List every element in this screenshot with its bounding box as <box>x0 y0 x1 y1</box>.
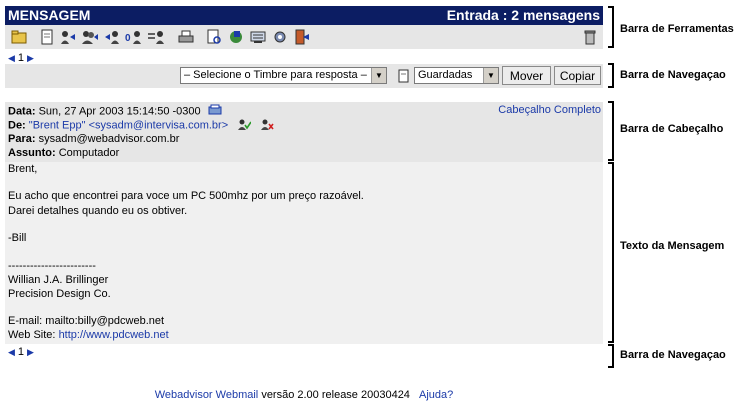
filter-icon[interactable] <box>271 28 289 45</box>
exit-icon[interactable] <box>293 28 311 45</box>
pager-top: ◀ 1 ▶ <box>8 51 34 65</box>
to-value: sysadm@webadvisor.com.br <box>38 133 180 145</box>
body-greeting: Brent, <box>8 163 38 175</box>
from-link[interactable]: "Brent Epp" <sysadm@intervisa.com.br> <box>29 119 228 131</box>
copy-button[interactable]: Copiar <box>554 66 601 85</box>
footer: Webadvisor Webmail versão 2.00 release 2… <box>0 389 608 401</box>
date-value: Sun, 27 Apr 2003 15:14:50 -0300 <box>38 105 201 118</box>
move-button[interactable]: Mover <box>502 66 551 85</box>
next-page-arrow-icon[interactable]: ▶ <box>27 347 34 358</box>
annotation-toolbar: Barra de Ferramentas <box>620 23 734 35</box>
block-sender-icon[interactable] <box>260 118 274 133</box>
signature-website: Web Site: http://www.pdcweb.net <box>8 329 169 341</box>
signature-company: Precision Design Co. <box>8 288 111 300</box>
prev-page-arrow-icon[interactable]: ◀ <box>8 347 15 358</box>
signature-name: Willian J.A. Brillinger <box>8 274 109 286</box>
annotation-bracket <box>608 63 614 88</box>
date-print-icon[interactable] <box>208 104 222 119</box>
annotation-nav-top: Barra de Navegaçao <box>620 69 726 81</box>
annotation-body: Texto da Mensagem <box>620 240 725 252</box>
stationery-select[interactable]: – Selecione o Timbre para resposta – ▼ <box>180 67 387 84</box>
subject-value: Computador <box>58 147 120 159</box>
prev-page-arrow-icon[interactable]: ◀ <box>8 53 15 64</box>
annotation-nav-bottom: Barra de Navegaçao <box>620 349 726 361</box>
stationery-select-value: – Selecione o Timbre para resposta – <box>184 69 367 81</box>
page-number[interactable]: 1 <box>18 346 24 358</box>
product-link[interactable]: Webadvisor Webmail <box>155 389 259 401</box>
to-label: Para: <box>8 133 36 145</box>
add-contact-icon[interactable] <box>237 118 252 133</box>
print-icon[interactable] <box>177 28 195 45</box>
annotation-bracket <box>608 6 614 48</box>
to-row: Para: sysadm@webadvisor.com.br <box>8 133 179 145</box>
forward-icon[interactable] <box>103 28 121 45</box>
version-text: versão 2.00 release 20030424 <box>261 389 410 401</box>
signature-website-link[interactable]: http://www.pdcweb.net <box>59 329 169 341</box>
full-header-link[interactable]: Cabeçalho Completo <box>498 104 601 116</box>
svg-text:0: 0 <box>125 33 131 44</box>
toolbar: 0 <box>5 25 603 49</box>
folder-select-value: Guardadas <box>418 69 473 81</box>
next-page-arrow-icon[interactable]: ▶ <box>27 53 34 64</box>
folder-status: Entrada : 2 mensagens <box>446 7 600 23</box>
annotation-bracket <box>608 101 614 161</box>
annotation-header: Barra de Cabeçalho <box>620 123 724 135</box>
view-source-icon[interactable] <box>205 28 223 45</box>
message-header: Data: Sun, 27 Apr 2003 15:14:50 -0300 Ca… <box>5 102 603 162</box>
subject-row: Assunto: Computador <box>8 147 119 159</box>
navigation-bar: – Selecione o Timbre para resposta – ▼ G… <box>5 64 603 88</box>
pager-bottom: ◀ 1 ▶ <box>8 345 34 359</box>
body-signoff: -Bill <box>8 232 27 244</box>
trash-icon[interactable] <box>581 28 599 45</box>
forward-as-attachment-icon[interactable]: 0 <box>125 28 143 45</box>
app-title: MENSAGEM <box>8 7 91 23</box>
message-body: Brent, Eu acho que encontrei para voce u… <box>5 162 603 344</box>
date-label: Data: <box>8 105 36 118</box>
save-icon[interactable] <box>227 28 245 45</box>
annotation-bracket <box>608 344 614 368</box>
date-row: Data: Sun, 27 Apr 2003 15:14:50 -0300 <box>8 104 222 119</box>
redirect-icon[interactable] <box>147 28 165 45</box>
signature-email: E-mail: mailto:billy@pdcweb.net <box>8 315 165 327</box>
stationery-edit-icon[interactable] <box>397 68 411 83</box>
reply-icon[interactable] <box>59 28 77 45</box>
help-link[interactable]: Ajuda? <box>419 389 453 401</box>
annotation-bracket <box>608 162 614 343</box>
title-bar: MENSAGEM Entrada : 2 mensagens <box>5 6 603 25</box>
from-label: De: <box>8 119 26 132</box>
chevron-down-icon: ▼ <box>371 68 386 83</box>
subject-label: Assunto: <box>8 147 56 159</box>
body-line: Eu acho que encontrei para voce um PC 50… <box>8 190 364 202</box>
chevron-down-icon: ▼ <box>483 68 498 83</box>
addresses-icon[interactable] <box>249 28 267 45</box>
page-number[interactable]: 1 <box>18 52 24 64</box>
reply-all-icon[interactable] <box>81 28 99 45</box>
signature-website-label: Web Site: <box>8 329 56 341</box>
folder-select[interactable]: Guardadas ▼ <box>414 67 499 84</box>
from-row: De: "Brent Epp" <sysadm@intervisa.com.br… <box>8 118 274 133</box>
body-separator: ------------------------ <box>8 260 96 272</box>
compose-icon[interactable] <box>38 28 56 45</box>
body-line: Darei detalhes quando eu os obtiver. <box>8 205 188 217</box>
folder-icon[interactable] <box>10 28 28 45</box>
